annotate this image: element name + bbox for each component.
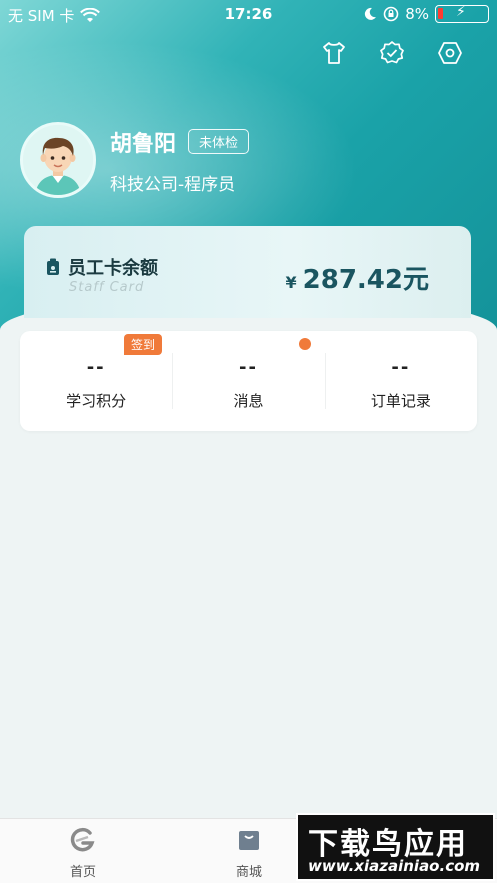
- profile-info: 胡鲁阳 未体检 科技公司-程序员: [110, 126, 250, 195]
- staff-card[interactable]: 员工卡余额 Staff Card ¥ 287.42元: [24, 226, 471, 318]
- company-label: 科技公司-程序员: [110, 174, 236, 195]
- watermark: 下载鸟应用 www.xiazainiao.com: [296, 813, 495, 881]
- stat-value: --: [391, 357, 411, 378]
- stat-learning-points[interactable]: 签到 -- 学习积分: [20, 331, 172, 431]
- moon-icon: [365, 7, 377, 20]
- balance-amount: 287.42元: [302, 265, 429, 295]
- shirt-icon[interactable]: [321, 40, 347, 66]
- header-actions: [321, 40, 463, 66]
- stat-value: --: [239, 357, 258, 378]
- rotation-lock-icon: [383, 6, 399, 22]
- card-balance: ¥ 287.42元: [286, 259, 429, 296]
- stat-orders[interactable]: -- 订单记录: [324, 331, 477, 431]
- stat-label: 订单记录: [370, 392, 431, 410]
- avatar[interactable]: [20, 122, 96, 198]
- user-name: 胡鲁阳: [110, 131, 177, 157]
- stat-label: 消息: [233, 392, 264, 410]
- status-bar: 无 SIM 卡 17:26 8% ⚡: [0, 0, 497, 28]
- stat-messages[interactable]: -- 消息: [172, 331, 324, 431]
- stat-value: --: [86, 357, 106, 378]
- profile-section[interactable]: 胡鲁阳 未体检 科技公司-程序员: [20, 122, 250, 198]
- notification-dot: [298, 338, 311, 350]
- stats-panel: 签到 -- 学习积分 -- 消息 -- 订单记录: [20, 331, 477, 431]
- verified-icon[interactable]: [379, 40, 405, 66]
- currency-symbol: ¥: [285, 273, 297, 292]
- avatar-illustration: [23, 125, 93, 195]
- watermark-url: www.xiazainiao.com: [308, 857, 481, 875]
- settings-icon[interactable]: [437, 40, 463, 66]
- card-subtitle: Staff Card: [69, 280, 145, 295]
- status-badge[interactable]: 未体检: [188, 129, 250, 154]
- tab-label: 首页: [69, 865, 96, 880]
- tab-home[interactable]: 首页: [0, 819, 166, 883]
- battery-icon: ⚡: [435, 4, 489, 23]
- badge-icon: [47, 258, 59, 275]
- name-row: 胡鲁阳 未体检: [110, 126, 250, 158]
- card-title: 员工卡余额: [68, 258, 158, 279]
- sign-in-badge[interactable]: 签到: [124, 334, 163, 355]
- status-right: 8% ⚡: [363, 4, 489, 23]
- home-logo-icon: [70, 827, 95, 852]
- battery-percent: 8%: [405, 5, 429, 23]
- card-title-row: 员工卡余额: [46, 254, 158, 280]
- shop-bag-icon: [239, 831, 259, 850]
- stat-label: 学习积分: [66, 392, 127, 410]
